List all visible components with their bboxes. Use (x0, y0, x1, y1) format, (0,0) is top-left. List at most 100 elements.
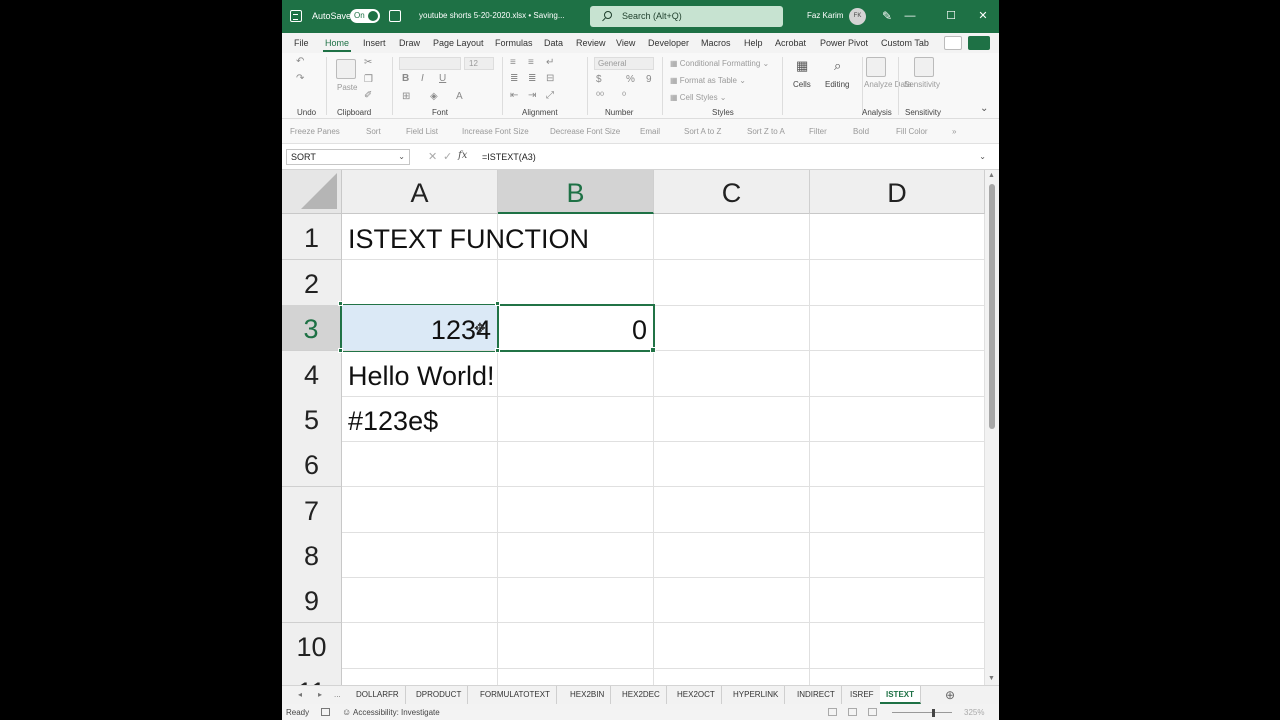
currency-icon[interactable]: $ (596, 74, 602, 85)
grid-cell[interactable] (810, 487, 985, 533)
sheet-tab-dproduct[interactable]: DPRODUCT (410, 686, 469, 704)
share-button[interactable] (968, 36, 990, 50)
qat-more[interactable]: » (952, 127, 956, 136)
grid-cell[interactable] (342, 260, 498, 306)
row-header-3[interactable]: 3 (282, 305, 342, 351)
row-header-11[interactable]: 11 (282, 668, 342, 685)
redo-icon[interactable]: ↷ (296, 73, 304, 84)
select-all-button[interactable] (282, 170, 342, 214)
font-size-box[interactable]: 12 (464, 57, 494, 70)
cut-icon[interactable]: ✂ (364, 57, 372, 68)
tab-custom[interactable]: Custom Tab (881, 38, 929, 48)
increase-decimal-icon[interactable]: ⁰⁰ (596, 91, 604, 102)
tab-developer[interactable]: Developer (648, 38, 689, 48)
row-header-1[interactable]: 1 (282, 214, 342, 260)
grid-cell[interactable] (342, 577, 498, 623)
column-header-a[interactable]: A (342, 170, 498, 214)
align-middle-icon[interactable]: ≡ (528, 57, 534, 68)
grid-cell[interactable] (810, 214, 985, 260)
indent-decrease-icon[interactable]: ⇤ (510, 90, 518, 101)
qat-freeze-panes[interactable]: Freeze Panes (290, 127, 340, 136)
tab-insert[interactable]: Insert (363, 38, 386, 48)
cell-a5[interactable]: #123e$ (342, 396, 498, 442)
row-header-9[interactable]: 9 (282, 577, 342, 623)
editing-search-icon[interactable]: ⌕ (834, 58, 841, 74)
grid-cell[interactable] (654, 305, 810, 351)
row-header-6[interactable]: 6 (282, 441, 342, 487)
qat-sort-z-a[interactable]: Sort Z to A (747, 127, 785, 136)
align-top-icon[interactable]: ≡ (510, 57, 516, 68)
sheet-tab-hex2dec[interactable]: HEX2DEC (616, 686, 667, 704)
zoom-slider-knob[interactable] (932, 709, 935, 717)
row-header-10[interactable]: 10 (282, 623, 342, 669)
grid-cell[interactable] (654, 487, 810, 533)
grid-cell[interactable] (498, 396, 654, 442)
add-sheet-icon[interactable]: ⊕ (945, 688, 955, 702)
prev-sheet-icon[interactable]: ◂ (298, 690, 302, 699)
grid-cell[interactable] (498, 487, 654, 533)
tab-draw[interactable]: Draw (399, 38, 420, 48)
grid-cell[interactable] (654, 396, 810, 442)
qat-sort[interactable]: Sort (366, 127, 381, 136)
scroll-up-icon[interactable]: ▲ (988, 172, 995, 179)
wrap-text-icon[interactable]: ↵ (546, 57, 554, 68)
qat-filter[interactable]: Filter (809, 127, 827, 136)
grid-cell[interactable] (810, 351, 985, 397)
next-sheet-icon[interactable]: ▸ (318, 690, 322, 699)
ref-handle-bl[interactable] (338, 348, 343, 353)
number-format-box[interactable]: General (594, 57, 654, 70)
merge-icon[interactable]: ⊟ (546, 73, 554, 84)
editing-button[interactable]: Editing (825, 80, 849, 89)
macro-record-icon[interactable] (321, 708, 330, 716)
italic-icon[interactable]: I (421, 73, 424, 84)
scroll-thumb[interactable] (989, 184, 995, 429)
grid-cell[interactable] (342, 532, 498, 578)
grid-cell[interactable] (654, 577, 810, 623)
tab-view[interactable]: View (616, 38, 635, 48)
row-header-5[interactable]: 5 (282, 396, 342, 442)
scroll-down-icon[interactable]: ▼ (988, 675, 995, 682)
comma-icon[interactable]: 9 (646, 74, 652, 85)
insert-function-icon[interactable]: fx (458, 150, 467, 161)
paste-icon[interactable] (336, 59, 356, 79)
tab-formulas[interactable]: Formulas (495, 38, 533, 48)
tab-acrobat[interactable]: Acrobat (775, 38, 806, 48)
sheet-tab-hyperlink[interactable]: HYPERLINK (727, 686, 786, 704)
bold-icon[interactable]: B (402, 73, 409, 84)
format-as-table-button[interactable]: ▦ Format as Table ⌄ (670, 76, 746, 85)
grid-cell[interactable] (654, 532, 810, 578)
expand-formula-icon[interactable]: ⌄ (979, 149, 986, 165)
qat-decrease-font[interactable]: Decrease Font Size (550, 127, 620, 136)
grid-cell[interactable] (342, 487, 498, 533)
row-header-2[interactable]: 2 (282, 260, 342, 306)
align-center-icon[interactable]: ≣ (528, 73, 536, 84)
sheet-tab-hex2bin[interactable]: HEX2BIN (564, 686, 612, 704)
conditional-formatting-button[interactable]: ▦ Conditional Formatting ⌄ (670, 59, 769, 68)
qat-email[interactable]: Email (640, 127, 660, 136)
grid-cell[interactable] (498, 351, 654, 397)
grid-cell[interactable] (498, 668, 654, 685)
grid-cell[interactable] (498, 577, 654, 623)
fill-color-icon[interactable]: ◈ (430, 91, 438, 102)
fill-handle[interactable] (650, 347, 656, 353)
cancel-icon[interactable]: ✕ (428, 150, 437, 163)
ref-handle-tl[interactable] (338, 301, 343, 306)
minimize-button[interactable]: — (900, 6, 920, 26)
tab-page-layout[interactable]: Page Layout (433, 38, 484, 48)
document-title[interactable]: youtube shorts 5-20-2020.xlsx • Saving..… (419, 11, 565, 20)
normal-view-icon[interactable] (828, 708, 837, 716)
grid-cell[interactable] (654, 214, 810, 260)
indent-increase-icon[interactable]: ⇥ (528, 90, 536, 101)
row-header-4[interactable]: 4 (282, 351, 342, 397)
close-button[interactable]: ✕ (973, 6, 993, 26)
enter-icon[interactable]: ✓ (443, 150, 452, 163)
comments-button[interactable] (944, 36, 962, 50)
chevron-down-icon[interactable]: ⌄ (398, 150, 405, 164)
grid-cell[interactable] (810, 532, 985, 578)
collapse-ribbon-icon[interactable]: ⌄ (980, 103, 988, 114)
orientation-icon[interactable]: ⤢ (546, 90, 554, 101)
sheet-tab-hex2oct[interactable]: HEX2OCT (671, 686, 722, 704)
ref-handle-tr[interactable] (495, 301, 500, 306)
formula-input[interactable]: =ISTEXT(A3) ⌄ (482, 149, 992, 165)
cell-a4[interactable]: Hello World! (342, 351, 498, 397)
